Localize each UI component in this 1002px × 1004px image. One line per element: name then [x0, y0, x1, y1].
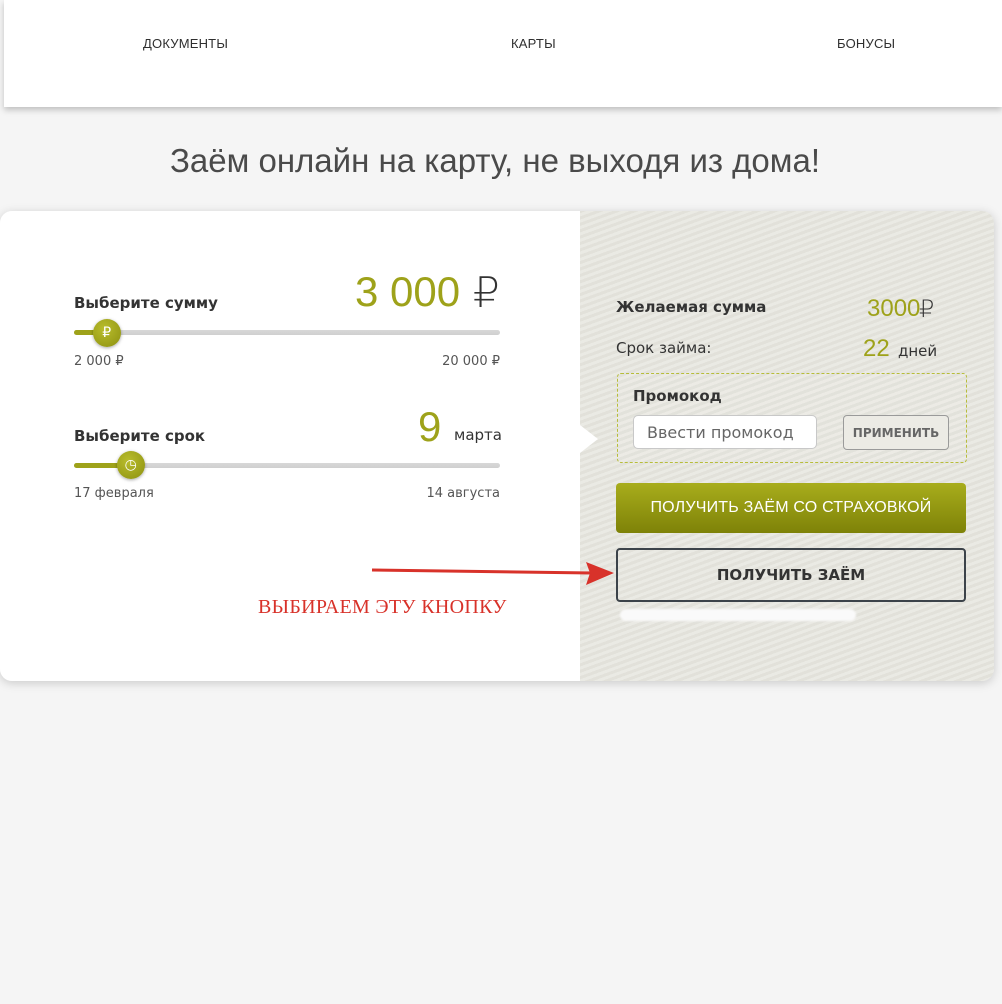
term-value: 9 — [418, 403, 442, 450]
promo-title: Промокод — [633, 387, 722, 405]
amount-min: 2 000 ₽ — [74, 354, 124, 369]
apply-promo-button[interactable]: ПРИМЕНИТЬ — [843, 415, 949, 450]
amount-value: 3 000 — [355, 268, 461, 315]
term-month: марта — [454, 426, 502, 444]
amount-slider-track[interactable] — [74, 330, 500, 335]
desired-sum-value: 3000 — [867, 295, 921, 322]
desired-sum-currency: ₽ — [919, 295, 935, 323]
term-slider-thumb[interactable]: ◷ — [116, 451, 145, 479]
panel-notch — [564, 211, 598, 681]
nav-link-cards[interactable]: КАРТЫ — [511, 36, 556, 51]
decorative-highlight — [620, 609, 856, 621]
page-title: Заём онлайн на карту, не выходя из дома! — [169, 142, 820, 179]
amount-label: Выберите сумму — [74, 294, 218, 312]
get-loan-with-insurance-button[interactable]: ПОЛУЧИТЬ ЗАЁМ СО СТРАХОВКОЙ — [616, 483, 966, 533]
loan-term-value: 22 — [863, 335, 890, 362]
promo-code-box: Промокод ПРИМЕНИТЬ — [617, 373, 967, 463]
nav-link-bonuses[interactable]: БОНУСЫ — [837, 36, 895, 51]
promo-code-input[interactable] — [633, 415, 817, 449]
top-navigation: ДОКУМЕНТЫ КАРТЫ БОНУСЫ — [4, 0, 1002, 107]
nav-link-documents[interactable]: ДОКУМЕНТЫ — [143, 36, 228, 51]
clock-icon: ◷ — [124, 457, 137, 473]
term-max: 14 августа — [426, 486, 500, 501]
amount-slider-thumb[interactable]: ₽ — [92, 319, 121, 347]
term-label: Выберите срок — [74, 427, 206, 445]
get-loan-button[interactable]: ПОЛУЧИТЬ ЗАЁМ — [616, 548, 966, 602]
annotation-arrow-icon — [371, 562, 614, 585]
amount-currency: ₽ — [473, 268, 500, 317]
desired-sum-label: Желаемая сумма — [616, 298, 767, 316]
loan-term-label: Срок займа: — [616, 339, 712, 357]
amount-max: 20 000 ₽ — [442, 354, 500, 369]
annotation-text: ВЫБИРАЕМ ЭТУ КНОПКУ — [258, 596, 507, 618]
ruble-icon: ₽ — [102, 325, 112, 341]
term-min: 17 февраля — [74, 486, 154, 501]
loan-term-unit: дней — [898, 342, 938, 360]
